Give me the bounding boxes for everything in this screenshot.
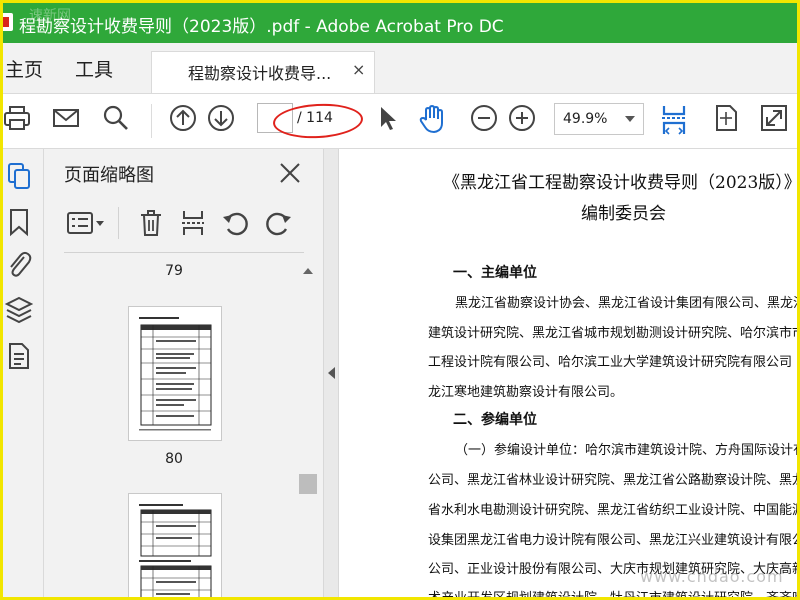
document-title: 《黑龙江省工程勘察设计收费导则（2023版）》: [443, 173, 797, 193]
acrobat-window: 程勘察设计收费导则（2023版）.pdf - Adobe Acrobat Pro…: [3, 3, 797, 597]
tools-tab[interactable]: 工具: [75, 55, 113, 82]
collapse-panel-icon[interactable]: [328, 367, 335, 379]
scrollbar-thumb[interactable]: [299, 474, 317, 494]
select-pointer-icon[interactable]: [375, 103, 401, 133]
paragraph-line: （一）参编设计单位：哈尔滨市建筑设计院、方舟国际设计有: [455, 443, 797, 458]
toolbar: / 114 49.9%: [3, 94, 797, 149]
close-icon[interactable]: [278, 161, 302, 185]
fullscreen-icon[interactable]: [759, 103, 789, 133]
thumbnail-page-number: 80: [165, 451, 183, 467]
title-bar: 程勘察设计收费导则（2023版）.pdf - Adobe Acrobat Pro…: [3, 3, 797, 43]
search-icon[interactable]: [101, 103, 131, 133]
watermark-top: 速新网: [29, 8, 71, 24]
page-thumbnails-icon[interactable]: [5, 161, 33, 191]
section-heading: 一、主编单位: [453, 265, 537, 281]
paragraph-line: 省水利水电勘测设计研究院、黑龙江省纺织工业设计院、中国能源: [428, 503, 797, 518]
zoom-out-icon[interactable]: [469, 103, 499, 133]
document-subtitle: 编制委员会: [581, 204, 666, 224]
thumbnail-options-icon[interactable]: [66, 211, 106, 235]
rotate-cw-icon[interactable]: [264, 209, 292, 237]
content-icon[interactable]: [5, 341, 33, 371]
tab-bar: 主页 工具 程勘察设计收费导... ×: [3, 43, 797, 94]
next-page-icon[interactable]: [206, 103, 236, 133]
zoom-value: 49.9%: [563, 111, 608, 127]
document-view[interactable]: 《黑龙江省工程勘察设计收费导则（2023版）》 编制委员会 一、主编单位 黑龙江…: [339, 149, 797, 597]
delete-page-icon[interactable]: [138, 209, 164, 237]
window-title: 程勘察设计收费导则（2023版）.pdf - Adobe Acrobat Pro…: [19, 17, 504, 37]
bookmarks-icon[interactable]: [5, 207, 33, 237]
paragraph-line: 建筑设计研究院、黑龙江省城市规划勘测设计研究院、哈尔滨市市: [428, 326, 797, 341]
page-80-preview: [139, 504, 212, 597]
watermark-bottom: www.cndao.com: [640, 567, 784, 586]
thumbnail-page-79[interactable]: [128, 306, 222, 441]
paragraph-line: 公司、黑龙江省林业设计研究院、黑龙江省公路勘察设计院、黑龙: [428, 473, 797, 488]
fit-page-icon[interactable]: [711, 103, 741, 133]
section-heading: 二、参编单位: [453, 412, 537, 428]
paragraph-line: 工程设计院有限公司、哈尔滨工业大学建筑设计研究院有限公司: [428, 355, 793, 370]
insert-page-icon[interactable]: [180, 209, 206, 237]
document-tab-label: 程勘察设计收费导...: [188, 64, 332, 83]
paragraph-line: 设集团黑龙江省电力设计院有限公司、黑龙江兴业建筑设计有限公: [428, 533, 797, 548]
attachments-icon[interactable]: [5, 249, 33, 279]
hand-tool-icon[interactable]: [417, 103, 449, 135]
prev-page-icon[interactable]: [168, 103, 198, 133]
scroll-mode-icon[interactable]: [659, 103, 689, 137]
panel-separator: [118, 207, 119, 239]
toolbar-separator: [151, 104, 152, 138]
paragraph-line: 龙江寒地建筑勘察设计有限公司。: [428, 385, 624, 400]
zoom-in-icon[interactable]: [507, 103, 537, 133]
panel-title: 页面缩略图: [64, 165, 154, 186]
thumbnail-scrollbar[interactable]: [298, 260, 318, 597]
rotate-ccw-icon[interactable]: [222, 209, 250, 237]
document-tab[interactable]: 程勘察设计收费导... ×: [151, 51, 375, 93]
panel-toolbar: [44, 197, 323, 257]
thumbnail-page-number: 79: [165, 263, 183, 279]
paragraph-line: 术产业开发区规划建筑设计院、牡丹江市建筑设计研究院、齐齐哈: [428, 587, 797, 597]
thumbnails-panel: 页面缩略图 79 80: [44, 149, 323, 597]
scroll-up-icon[interactable]: [303, 268, 313, 274]
zoom-select[interactable]: 49.9%: [554, 103, 644, 135]
thumbnail-page-80[interactable]: [128, 493, 222, 597]
close-tab-icon[interactable]: ×: [352, 60, 365, 79]
mail-icon[interactable]: [51, 103, 81, 133]
chevron-down-icon: [625, 116, 635, 122]
navigation-rail: [3, 149, 44, 597]
home-tab[interactable]: 主页: [5, 55, 43, 82]
paragraph-line: 黑龙江省勘察设计协会、黑龙江省设计集团有限公司、黑龙江: [455, 296, 797, 311]
panel-divider: [64, 252, 304, 253]
pdf-app-icon: [3, 13, 13, 31]
layers-icon[interactable]: [5, 295, 33, 325]
page-79-preview: [139, 317, 212, 431]
panel-splitter[interactable]: [323, 149, 339, 597]
print-icon[interactable]: [3, 103, 33, 133]
